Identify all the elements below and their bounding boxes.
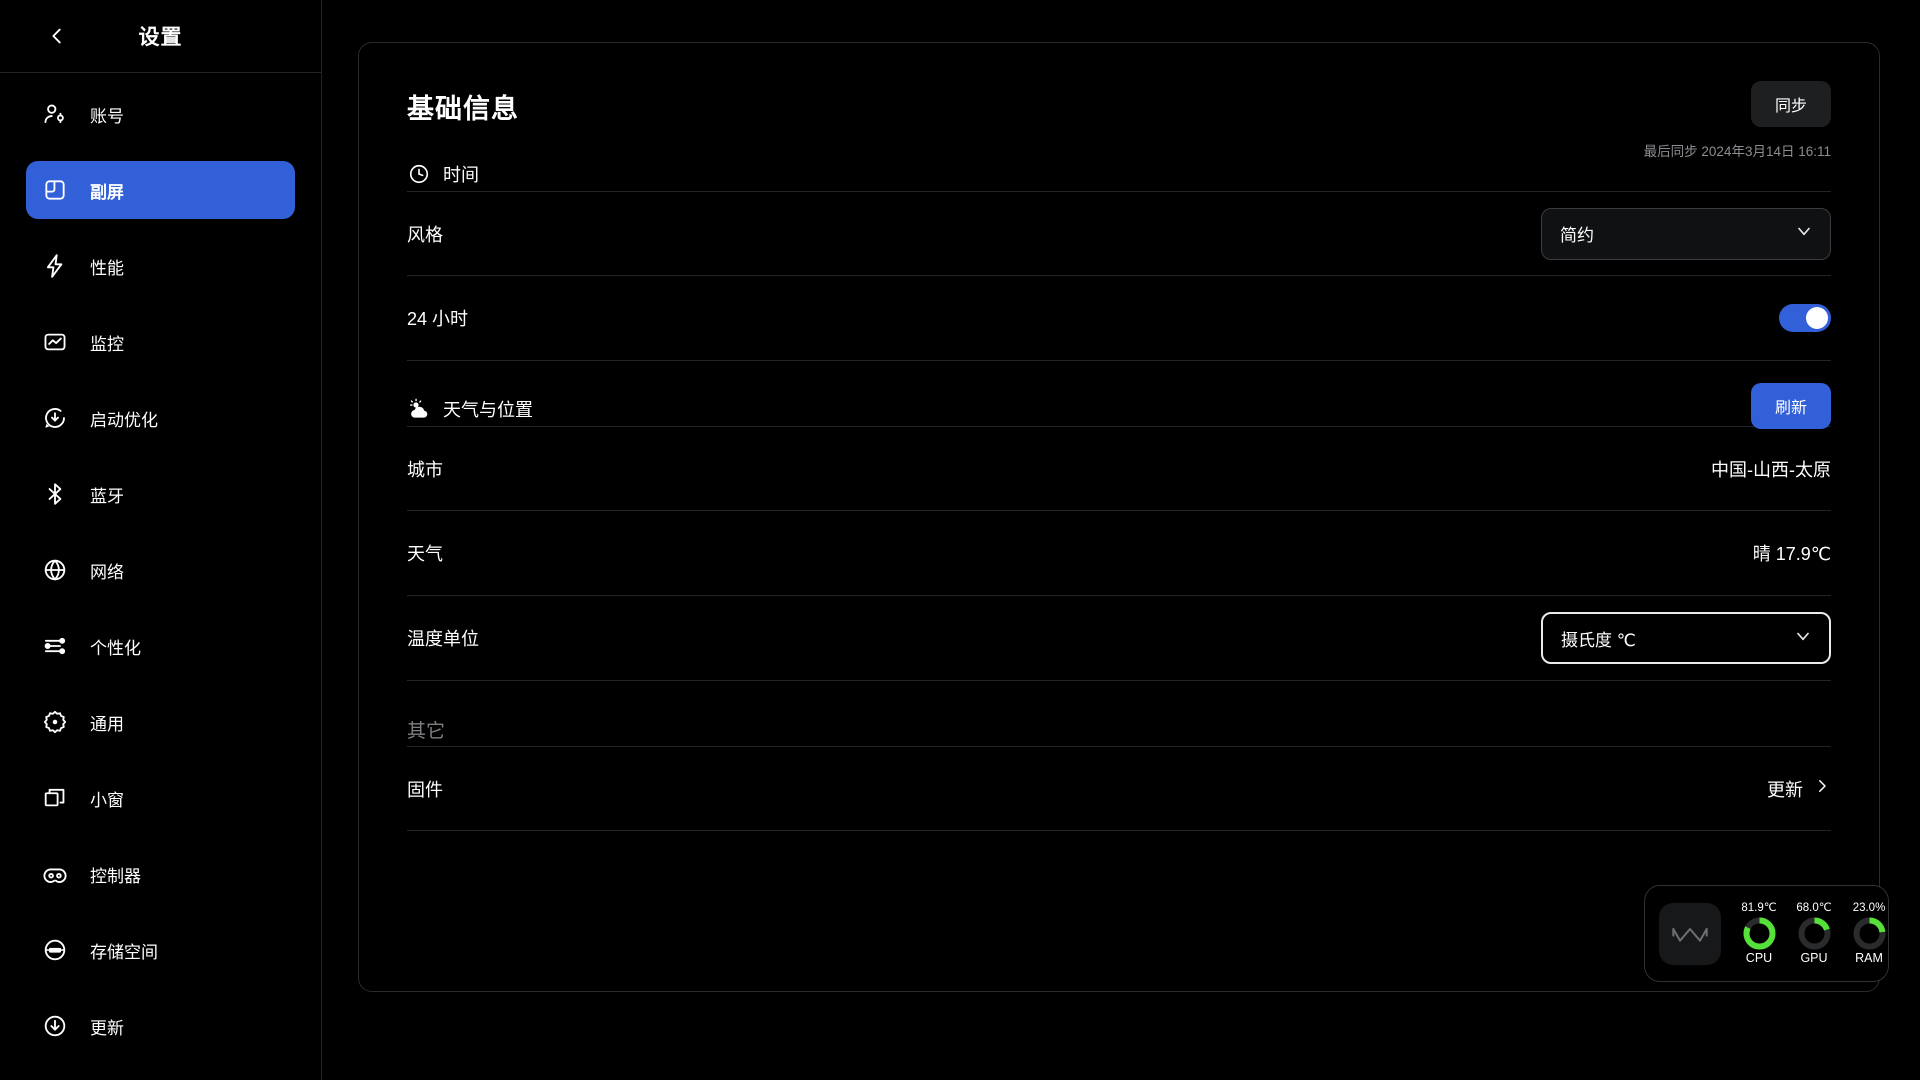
card-header: 基础信息 同步 最后同步 2024年3月14日 16:11 bbox=[407, 43, 1831, 159]
sidebar-item-0[interactable]: 账号 bbox=[26, 85, 295, 143]
gauge-label: GPU bbox=[1800, 951, 1828, 965]
sidebar-item-label: 启动优化 bbox=[90, 410, 158, 430]
sidebar-item-6[interactable]: 网络 bbox=[26, 541, 295, 599]
section-header-weather: 天气与位置 刷新 bbox=[407, 383, 1831, 429]
user-account-icon bbox=[42, 101, 68, 127]
sidebar-header: 设置 bbox=[0, 0, 321, 73]
row-temperature-unit: 温度单位 摄氏度 ℃ bbox=[407, 596, 1831, 681]
chevron-right-icon bbox=[1813, 777, 1831, 800]
second-screen-icon bbox=[42, 177, 68, 203]
sidebar-item-10[interactable]: 控制器 bbox=[26, 845, 295, 903]
sidebar-item-11[interactable]: 存储空间 bbox=[26, 921, 295, 979]
section-header-other: 其它 bbox=[407, 712, 1831, 746]
row-firmware[interactable]: 固件 更新 bbox=[407, 746, 1831, 831]
sidebar-item-5[interactable]: 蓝牙 bbox=[26, 465, 295, 523]
basic-info-card: 基础信息 同步 最后同步 2024年3月14日 16:11 时间 风格 简约 2… bbox=[358, 42, 1880, 992]
monitoring-chart-icon bbox=[42, 329, 68, 355]
gauge-label: RAM bbox=[1855, 951, 1883, 965]
row-label-firmware: 固件 bbox=[407, 779, 443, 800]
sidebar-item-2[interactable]: 性能 bbox=[26, 237, 295, 295]
row-label-weather: 天气 bbox=[407, 544, 443, 564]
settings-window: 设置 账号 副屏 性能 监控 启动优化 蓝牙 网络 个性化 通用 小窗 控制器 存储空间 更新 基础信息… bbox=[0, 0, 1920, 1080]
firmware-update-link[interactable]: 更新 bbox=[1767, 776, 1831, 802]
gauge-ring bbox=[1743, 917, 1776, 950]
sidebar-item-label: 存储空间 bbox=[90, 942, 158, 962]
sync-button[interactable]: 同步 bbox=[1750, 81, 1831, 127]
temperature-unit-select-value: 摄氏度 ℃ bbox=[1561, 630, 1636, 650]
gauge-group: 81.9℃ CPU 68.0℃ GPU 23.0% RAM bbox=[1735, 902, 1893, 965]
sun-cloud-icon bbox=[407, 397, 431, 421]
gauge-value: 68.0℃ bbox=[1796, 902, 1832, 914]
sidebar-nav: 账号副屏性能监控启动优化蓝牙网络个性化通用小窗控制器存储空间更新 bbox=[0, 73, 321, 1080]
sidebar-item-9[interactable]: 小窗 bbox=[26, 769, 295, 827]
back-icon[interactable] bbox=[44, 23, 70, 49]
sidebar-item-1[interactable]: 副屏 bbox=[26, 161, 295, 219]
row-label-style: 风格 bbox=[407, 224, 443, 245]
lightning-bolt-icon bbox=[42, 253, 68, 279]
row-label-city: 城市 bbox=[407, 459, 443, 480]
download-update-icon bbox=[42, 1013, 68, 1039]
toggle-knob bbox=[1806, 307, 1828, 329]
section-header-time: 时间 bbox=[407, 157, 1831, 191]
sidebar-item-12[interactable]: 更新 bbox=[26, 997, 295, 1055]
gauge-ring bbox=[1798, 917, 1831, 950]
gauge-ram: 23.0% RAM bbox=[1845, 902, 1893, 965]
gear-icon bbox=[42, 709, 68, 735]
sidebar-item-4[interactable]: 启动优化 bbox=[26, 389, 295, 447]
row-city: 城市 中国-山西-太原 bbox=[407, 426, 1831, 511]
sidebar-item-label: 控制器 bbox=[90, 866, 141, 886]
section-label-weather: 天气与位置 bbox=[443, 400, 533, 420]
gauge-value: 81.9℃ bbox=[1741, 902, 1777, 914]
globe-network-icon bbox=[42, 557, 68, 583]
section-label-time: 时间 bbox=[443, 165, 479, 185]
sidebar-item-label: 性能 bbox=[90, 258, 124, 278]
24hour-toggle[interactable] bbox=[1779, 304, 1831, 332]
section-label-other: 其它 bbox=[407, 720, 446, 742]
sidebar-item-7[interactable]: 个性化 bbox=[26, 617, 295, 675]
firmware-update-label: 更新 bbox=[1767, 779, 1803, 800]
row-value-weather: 晴 17.9℃ bbox=[1752, 544, 1831, 564]
style-select-value: 简约 bbox=[1560, 226, 1594, 245]
brand-m-logo-icon bbox=[1659, 902, 1721, 965]
sliders-icon bbox=[42, 633, 68, 659]
sidebar-item-label: 账号 bbox=[90, 106, 124, 126]
row-weather: 天气 晴 17.9℃ bbox=[407, 511, 1831, 596]
row-style: 风格 简约 bbox=[407, 191, 1831, 276]
storage-disk-icon bbox=[42, 937, 68, 963]
row-label-temperature-unit: 温度单位 bbox=[407, 629, 479, 649]
row-24hour: 24 小时 bbox=[407, 276, 1831, 361]
gauge-gpu: 68.0℃ GPU bbox=[1790, 902, 1838, 965]
sidebar-item-label: 个性化 bbox=[90, 638, 141, 658]
sidebar-item-8[interactable]: 通用 bbox=[26, 693, 295, 751]
gauge-label: CPU bbox=[1745, 951, 1773, 965]
gauge-value: 23.0% bbox=[1852, 902, 1886, 914]
sidebar-item-label: 更新 bbox=[90, 1018, 124, 1038]
clock-icon bbox=[407, 162, 431, 186]
main-content: 基础信息 同步 最后同步 2024年3月14日 16:11 时间 风格 简约 2… bbox=[322, 0, 1920, 1080]
row-label-24hour: 24 小时 bbox=[407, 309, 469, 329]
gauge-ring bbox=[1853, 917, 1886, 950]
gamepad-icon bbox=[42, 861, 68, 887]
sidebar-item-label: 通用 bbox=[90, 714, 124, 734]
sidebar-item-label: 副屏 bbox=[90, 182, 124, 202]
refresh-button[interactable]: 刷新 bbox=[1750, 383, 1831, 429]
system-monitor-widget[interactable]: 81.9℃ CPU 68.0℃ GPU 23.0% RAM bbox=[1644, 885, 1889, 982]
windows-stack-icon bbox=[42, 785, 68, 811]
sidebar: 设置 账号副屏性能监控启动优化蓝牙网络个性化通用小窗控制器存储空间更新 bbox=[0, 0, 322, 1080]
boot-optimize-icon bbox=[42, 405, 68, 431]
sidebar-item-label: 蓝牙 bbox=[90, 486, 124, 506]
style-select[interactable]: 简约 bbox=[1541, 207, 1831, 260]
bluetooth-icon bbox=[42, 481, 68, 507]
row-value-city: 中国-山西-太原 bbox=[1711, 459, 1831, 480]
chevron-down-icon bbox=[1793, 626, 1813, 651]
chevron-down-icon bbox=[1794, 221, 1814, 246]
sidebar-item-label: 小窗 bbox=[90, 790, 124, 810]
sidebar-item-label: 监控 bbox=[90, 334, 124, 354]
sidebar-item-3[interactable]: 监控 bbox=[26, 313, 295, 371]
temperature-unit-select[interactable]: 摄氏度 ℃ bbox=[1541, 612, 1831, 664]
page-title: 基础信息 bbox=[407, 94, 519, 124]
gauge-cpu: 81.9℃ CPU bbox=[1735, 902, 1783, 965]
sidebar-item-label: 网络 bbox=[90, 562, 124, 582]
